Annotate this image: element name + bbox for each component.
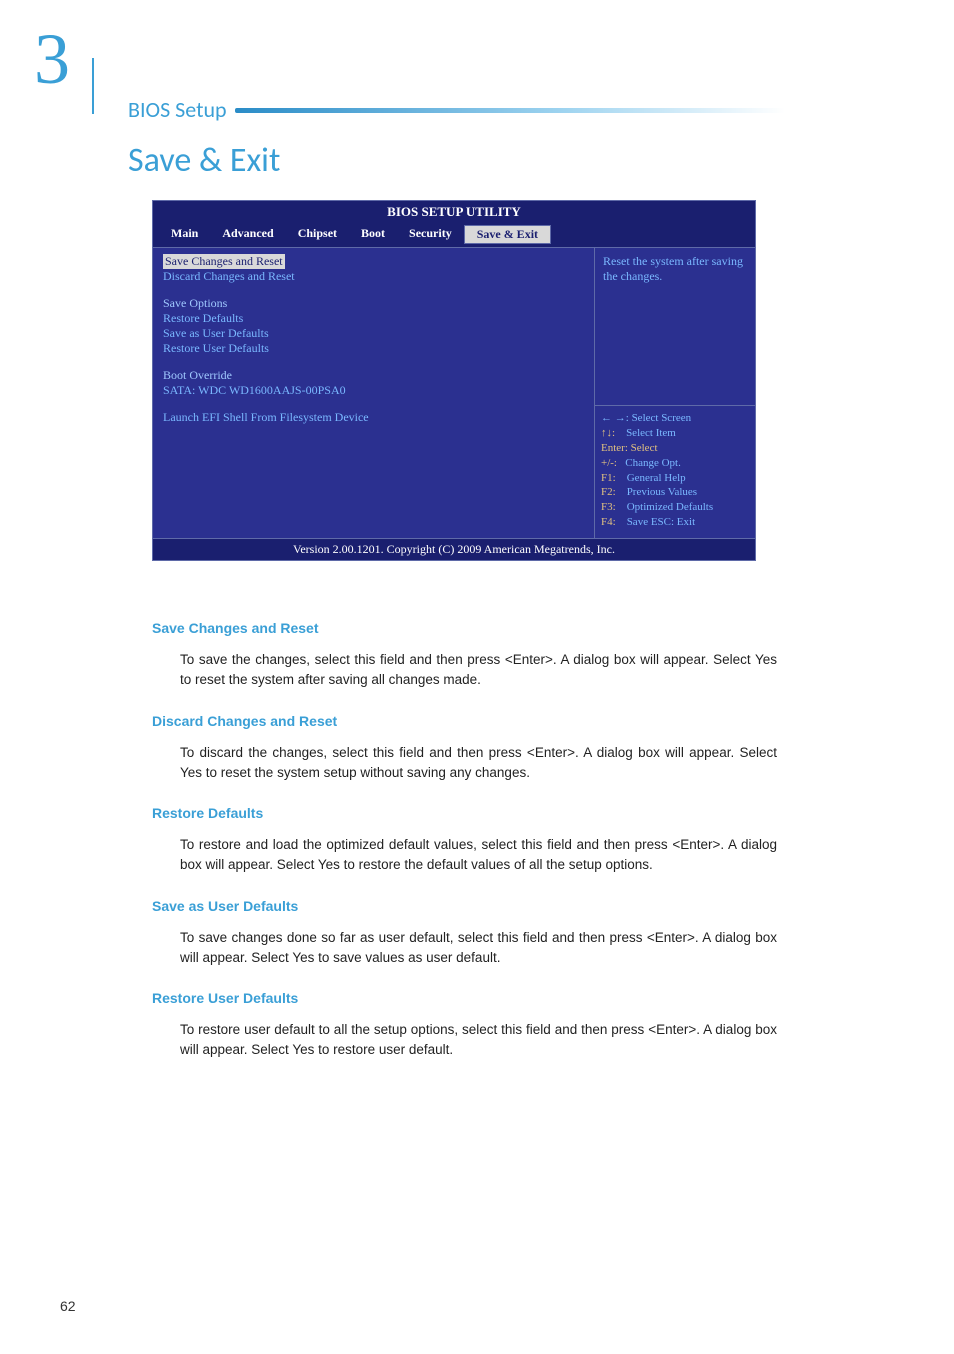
bios-group-save-options: Save Options [163,296,584,311]
header-rule [235,108,785,113]
desc-save-changes-reset: Save Changes and Reset To save the chang… [152,620,777,691]
bios-item-restore-user-defaults[interactable]: Restore User Defaults [163,341,584,356]
bios-title: BIOS SETUP UTILITY [153,201,755,223]
desc-text: To save the changes, select this field a… [180,650,777,691]
bios-key-legend: ← →: Select Screen ↑↓: Select Item Enter… [595,405,755,538]
bios-body: Save Changes and Reset Discard Changes a… [153,247,755,538]
bios-help-text: Reset the system after saving the change… [595,248,755,405]
desc-title: Restore Defaults [152,805,777,821]
page-header: 3 BIOS Setup [0,28,954,118]
bios-right-panel: Reset the system after saving the change… [595,248,755,538]
desc-title: Restore User Defaults [152,990,777,1006]
bios-item-launch-efi-shell[interactable]: Launch EFI Shell From Filesystem Device [163,410,584,425]
chapter-title: BIOS Setup [128,96,227,123]
descriptions: Save Changes and Reset To save the chang… [152,620,777,1083]
bios-footer: Version 2.00.1201. Copyright (C) 2009 Am… [153,538,755,560]
desc-restore-defaults: Restore Defaults To restore and load the… [152,805,777,876]
page-number: 62 [60,1298,76,1314]
bios-item-save-user-defaults[interactable]: Save as User Defaults [163,326,584,341]
page-title: Save & Exit [128,140,280,181]
tab-main[interactable]: Main [159,225,210,244]
desc-title: Discard Changes and Reset [152,713,777,729]
tab-save-exit[interactable]: Save & Exit [464,225,551,244]
desc-save-user-defaults: Save as User Defaults To save changes do… [152,898,777,969]
bios-group-boot-override: Boot Override [163,368,584,383]
desc-text: To discard the changes, select this fiel… [180,743,777,784]
desc-text: To save changes done so far as user defa… [180,928,777,969]
desc-discard-changes-reset: Discard Changes and Reset To discard the… [152,713,777,784]
divider [92,58,94,114]
bios-item-restore-defaults[interactable]: Restore Defaults [163,311,584,326]
desc-title: Save Changes and Reset [152,620,777,636]
bios-item-discard-changes-reset[interactable]: Discard Changes and Reset [163,269,584,284]
bios-tabs: Main Advanced Chipset Boot Security Save… [153,223,755,247]
tab-boot[interactable]: Boot [349,225,397,244]
bios-item-save-changes-reset[interactable]: Save Changes and Reset [163,254,285,269]
desc-text: To restore user default to all the setup… [180,1020,777,1061]
bios-left-panel: Save Changes and Reset Discard Changes a… [153,248,595,538]
desc-text: To restore and load the optimized defaul… [180,835,777,876]
desc-title: Save as User Defaults [152,898,777,914]
bios-screenshot: BIOS SETUP UTILITY Main Advanced Chipset… [152,200,756,561]
desc-restore-user-defaults: Restore User Defaults To restore user de… [152,990,777,1061]
tab-advanced[interactable]: Advanced [210,225,285,244]
tab-chipset[interactable]: Chipset [286,225,349,244]
tab-security[interactable]: Security [397,225,464,244]
bios-item-sata-device[interactable]: SATA: WDC WD1600AAJS-00PSA0 [163,383,584,398]
chapter-number: 3 [34,18,70,101]
